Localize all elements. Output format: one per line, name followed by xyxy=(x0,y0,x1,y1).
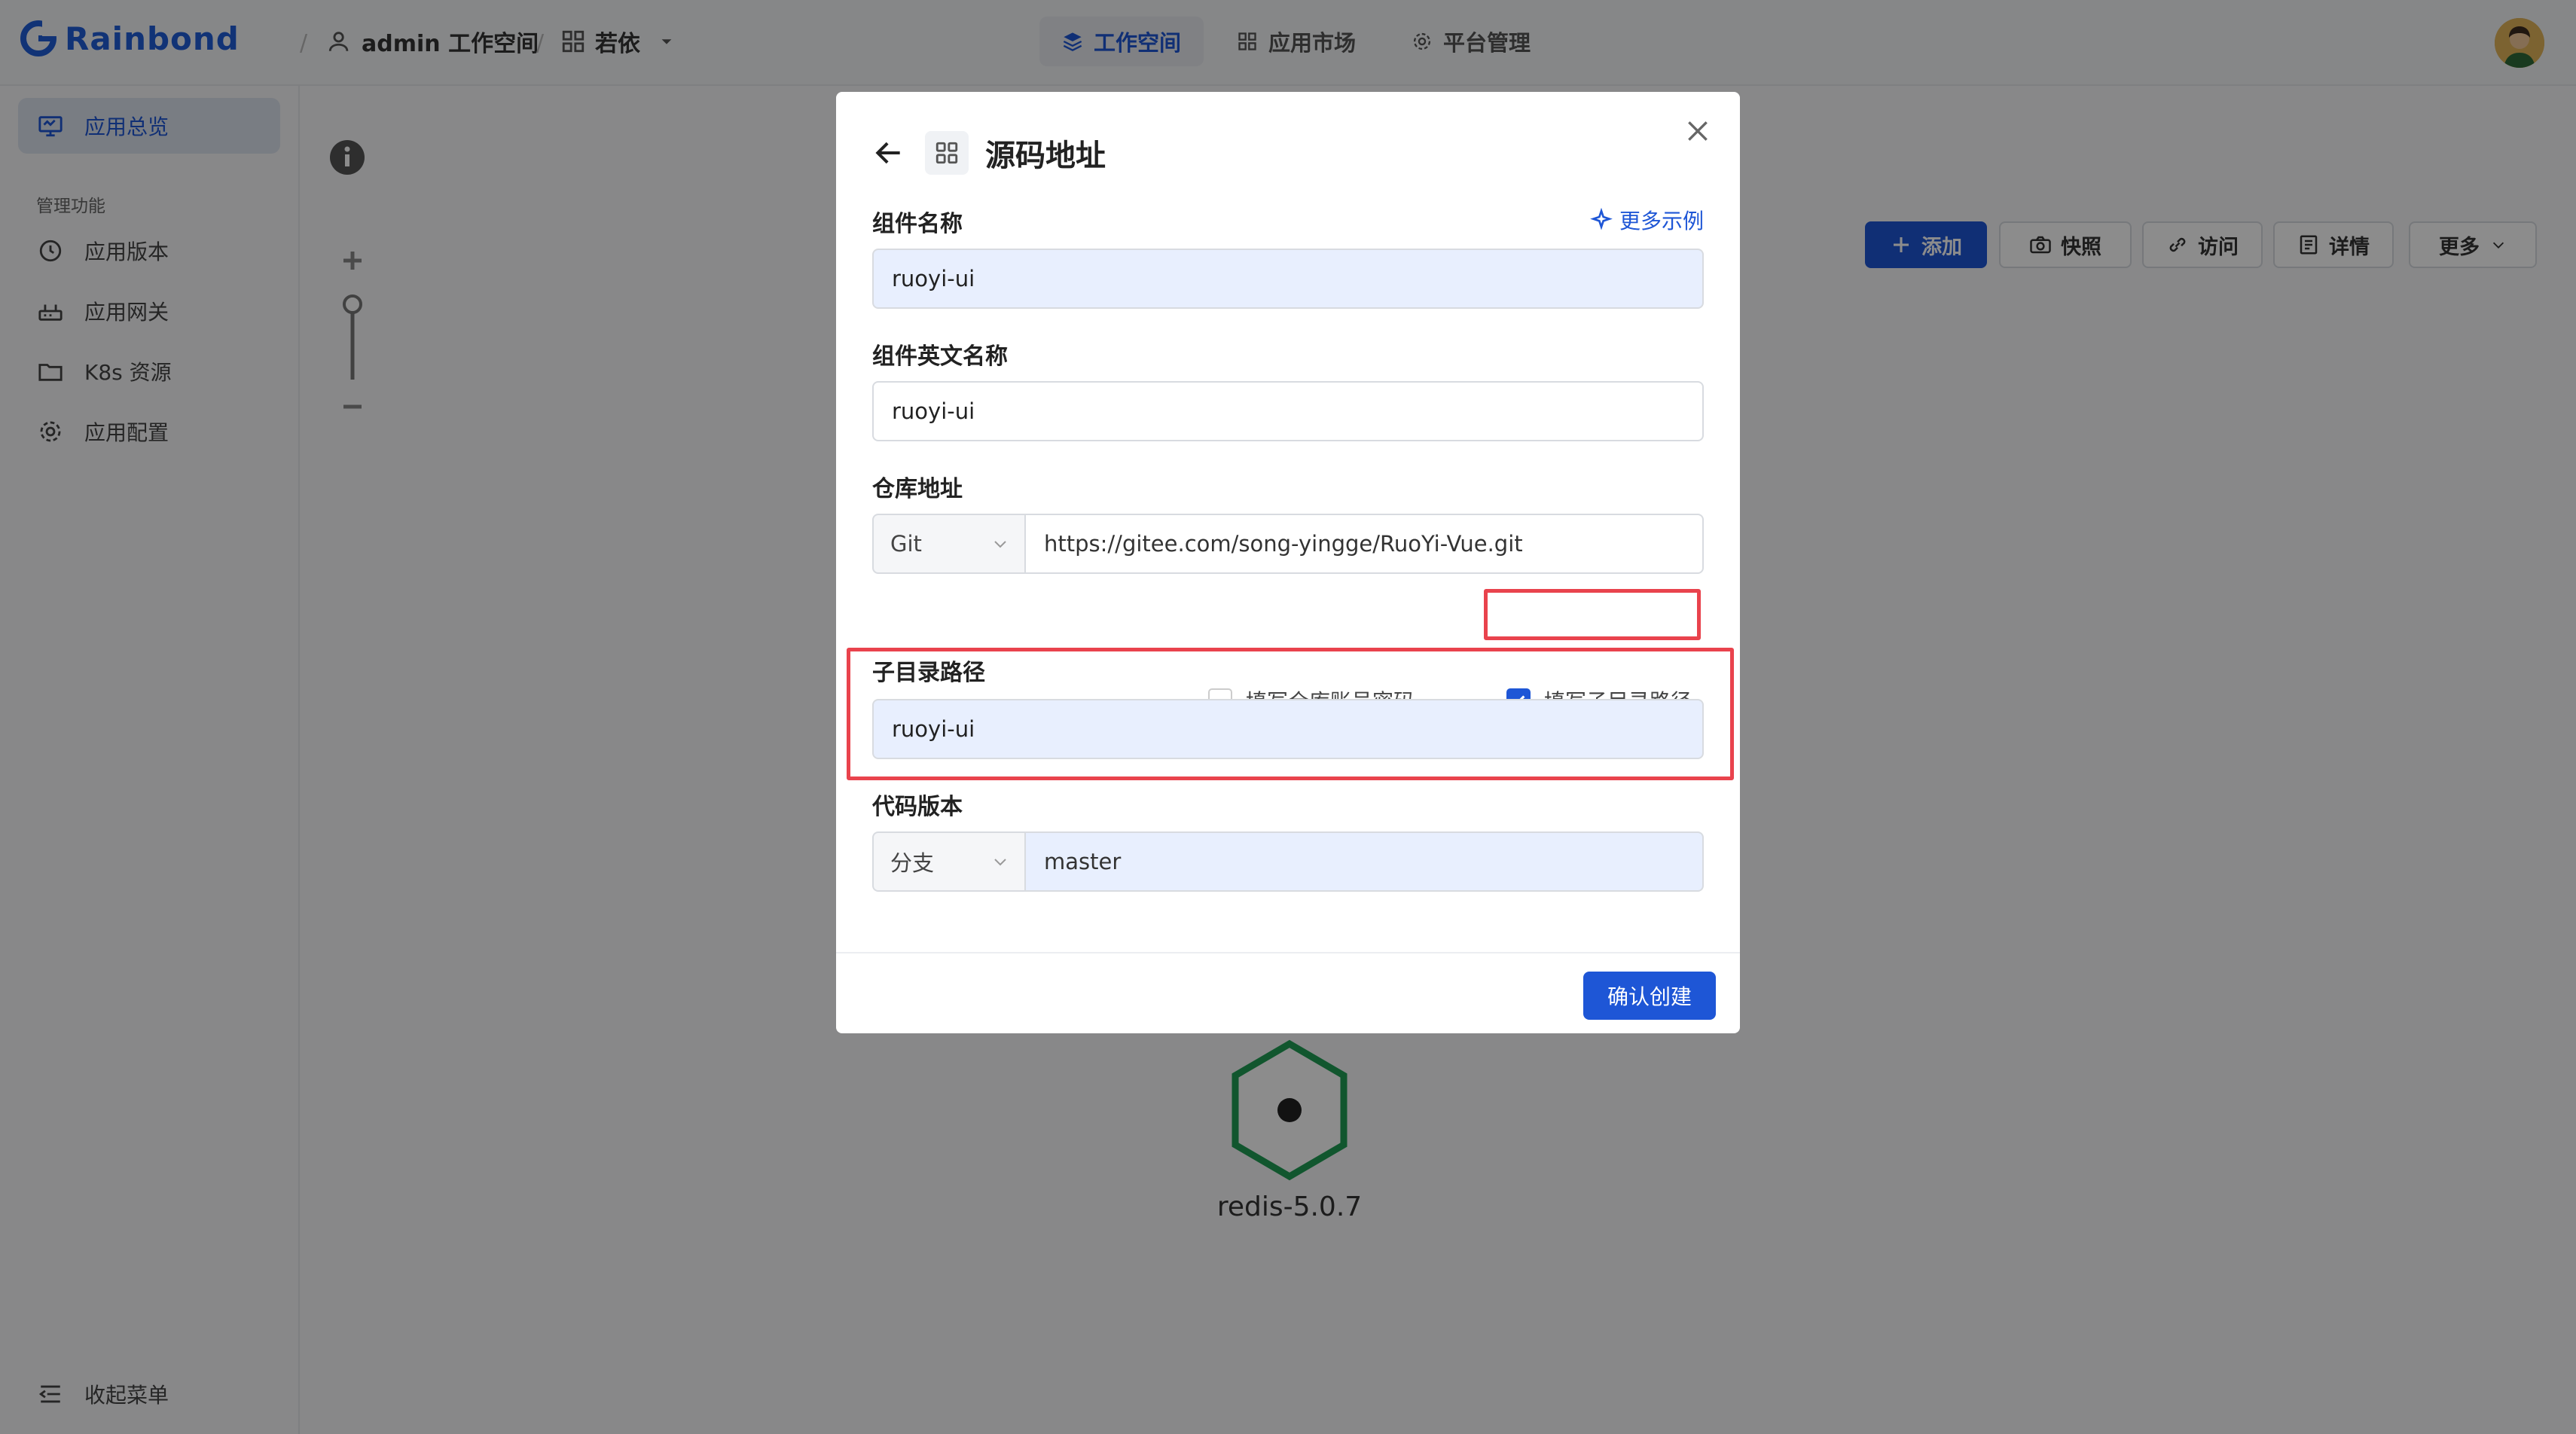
highlight-subdir-checkbox xyxy=(1484,589,1701,640)
repo-type-select[interactable]: Git xyxy=(872,514,1026,574)
version-value: master xyxy=(1044,849,1122,874)
chevron-down-icon xyxy=(994,859,1006,866)
grid-icon xyxy=(935,142,958,164)
repo-type-value: Git xyxy=(890,531,922,557)
component-en-name-label: 组件英文名称 xyxy=(872,343,1008,370)
source-code-dialog: 源码地址 组件名称 更多示例 ruoyi-ui 组件英文名称 ruoyi-ui … xyxy=(836,92,1740,1033)
dialog-header: 源码地址 xyxy=(872,131,1106,175)
component-name-label: 组件名称 xyxy=(872,211,963,237)
back-arrow-icon[interactable] xyxy=(872,136,905,169)
version-type-select[interactable]: 分支 xyxy=(872,831,1026,892)
component-name-value: ruoyi-ui xyxy=(892,266,975,291)
dialog-title: 源码地址 xyxy=(985,139,1106,173)
code-version-label: 代码版本 xyxy=(872,794,963,820)
chevron-down-icon xyxy=(994,541,1006,548)
highlight-subdir-field xyxy=(847,648,1734,780)
sparkle-icon xyxy=(1590,208,1613,230)
component-name-input[interactable]: ruoyi-ui xyxy=(872,249,1704,309)
more-examples-link[interactable]: 更多示例 xyxy=(1589,205,1704,235)
component-en-name-input[interactable]: ruoyi-ui xyxy=(872,381,1704,441)
repo-address-label: 仓库地址 xyxy=(872,476,963,502)
version-type-value: 分支 xyxy=(890,850,935,876)
version-value-input[interactable]: master xyxy=(1024,831,1704,892)
repo-url-input[interactable]: https://gitee.com/song-yingge/RuoYi-Vue.… xyxy=(1024,514,1704,574)
close-icon[interactable] xyxy=(1683,116,1713,146)
more-examples-text: 更多示例 xyxy=(1619,209,1704,233)
confirm-create-button[interactable]: 确认创建 xyxy=(1583,972,1716,1020)
dialog-footer-divider xyxy=(836,952,1740,953)
repo-url-value: https://gitee.com/song-yingge/RuoYi-Vue.… xyxy=(1044,531,1523,557)
source-type-badge xyxy=(925,131,969,175)
component-en-name-value: ruoyi-ui xyxy=(892,398,975,424)
